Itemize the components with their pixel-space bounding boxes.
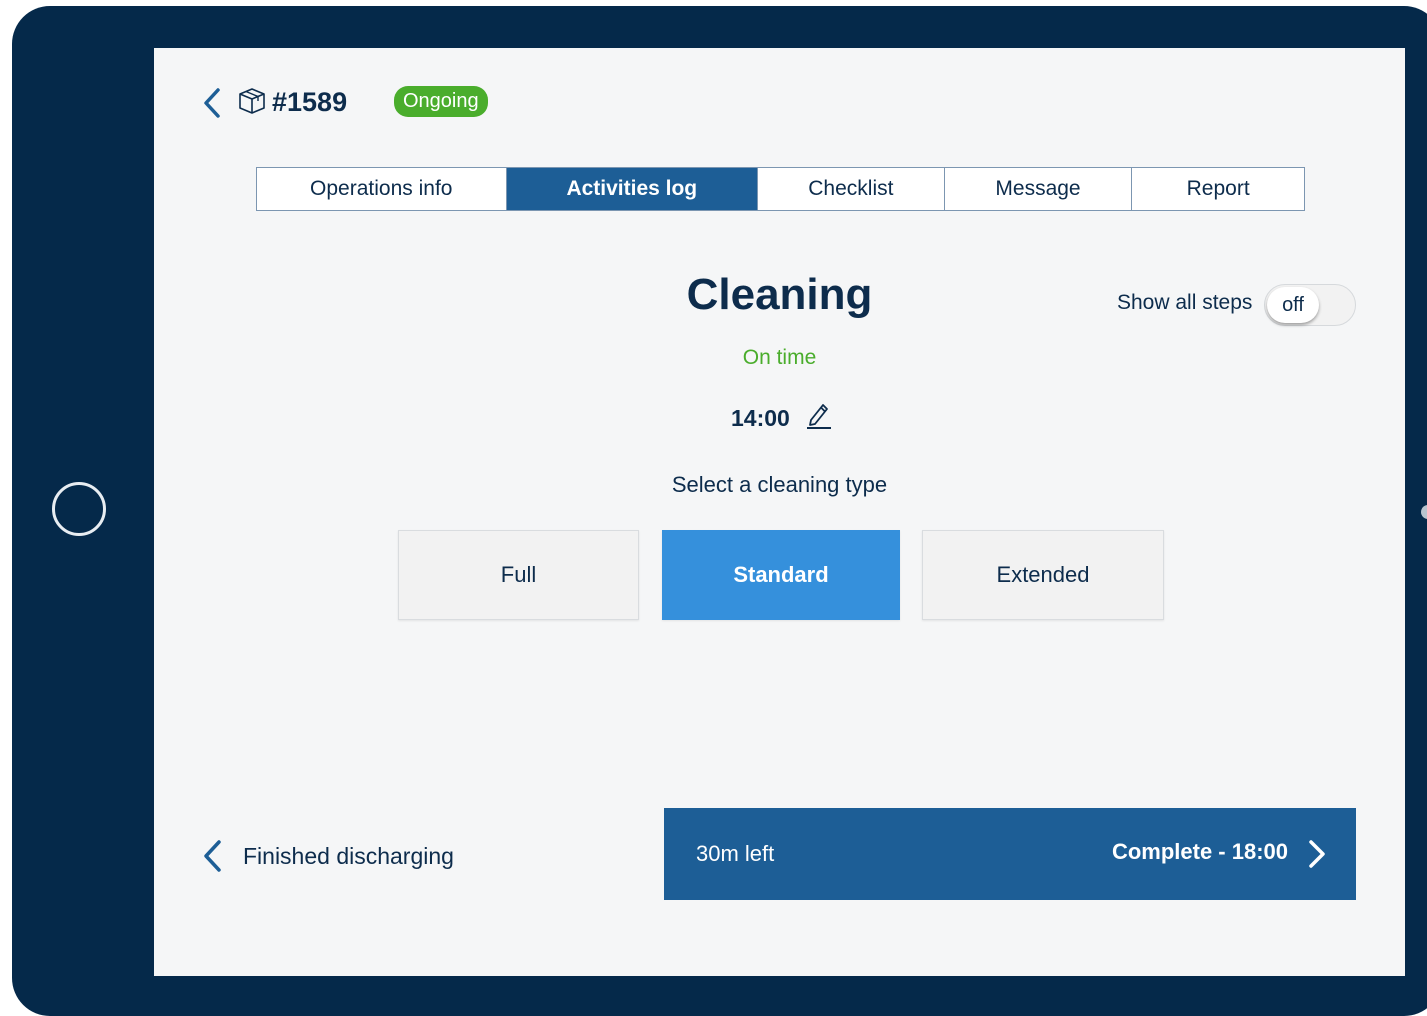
start-time: 14:00 — [731, 405, 790, 431]
cleaning-type-full-button[interactable]: Full — [398, 530, 639, 620]
previous-step-label: Finished discharging — [243, 843, 454, 869]
tab-activities-log[interactable]: Activities log — [506, 168, 759, 210]
tab-checklist[interactable]: Checklist — [758, 168, 945, 210]
time-left: 30m left — [696, 841, 775, 866]
toggle-knob: off — [1267, 287, 1319, 323]
cleaning-type-extended-button[interactable]: Extended — [922, 530, 1164, 620]
chevron-left-icon — [204, 840, 221, 872]
tab-bar: Operations info Activities log Checklist… — [256, 167, 1305, 211]
cleaning-type-standard-button[interactable]: Standard — [662, 530, 900, 620]
pencil-icon[interactable] — [805, 400, 833, 430]
package-box-icon — [239, 88, 265, 114]
camera-dot — [1421, 505, 1427, 519]
job-number: #1589 — [272, 87, 348, 117]
complete-label: Complete - 18:00 — [1111, 839, 1288, 864]
cleaning-type-prompt: Select a cleaning type — [671, 472, 888, 497]
chevron-left-icon[interactable] — [200, 86, 226, 120]
tab-operations-info[interactable]: Operations info — [257, 168, 507, 210]
status-badge: Ongoing — [394, 86, 488, 117]
chevron-right-icon — [1309, 840, 1325, 868]
complete-step-button[interactable]: 30m left Complete - 18:00 — [664, 808, 1356, 900]
show-all-steps-toggle[interactable]: off — [1264, 284, 1356, 326]
app-screen: #1589 Ongoing Operations info Activities… — [154, 48, 1405, 976]
tablet-frame: #1589 Ongoing Operations info Activities… — [12, 6, 1427, 1016]
timing-status: On time — [742, 346, 817, 369]
tab-message[interactable]: Message — [945, 168, 1133, 210]
show-all-steps-label: Show all steps — [1117, 291, 1253, 314]
home-button[interactable] — [52, 482, 106, 536]
tab-report[interactable]: Report — [1132, 168, 1304, 210]
